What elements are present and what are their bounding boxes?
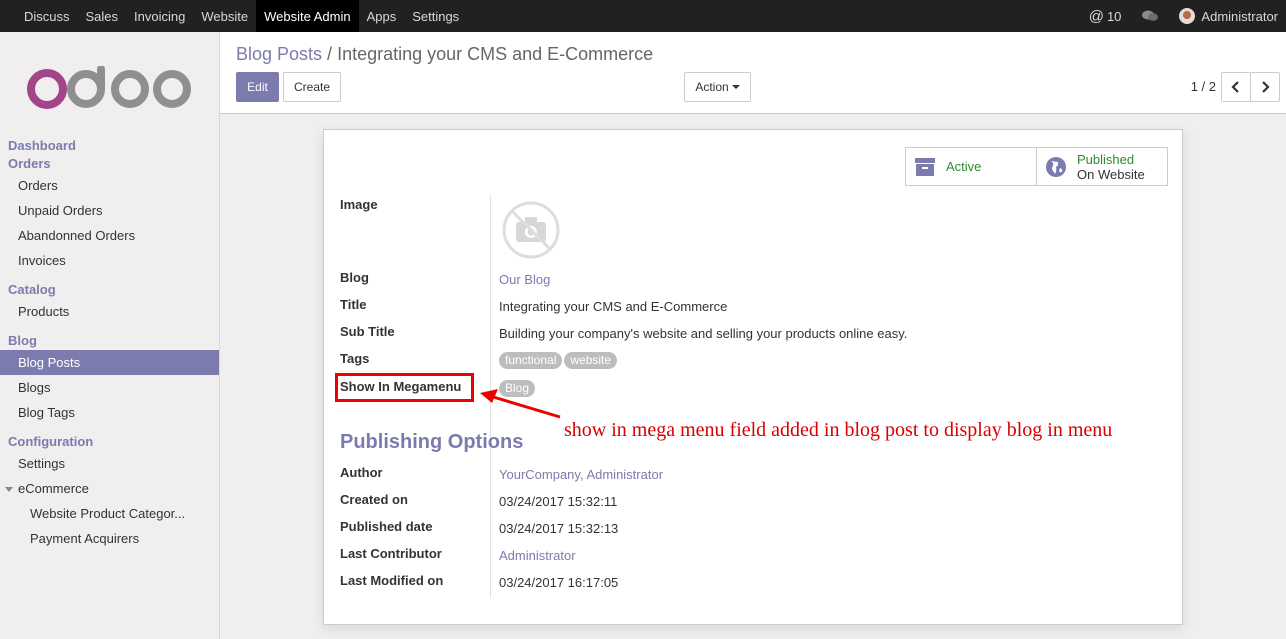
odoo-logo xyxy=(27,66,191,109)
publish-status: Published On Website xyxy=(1077,152,1145,182)
sidebar-item-invoices[interactable]: Invoices xyxy=(0,248,219,273)
sidebar-menu: Dashboard Orders Orders Unpaid Orders Ab… xyxy=(0,137,219,551)
breadcrumb-blog-posts[interactable]: Blog Posts xyxy=(236,44,322,64)
mentions-button[interactable]: @ 10 xyxy=(1089,8,1122,25)
breadcrumb-separator: / xyxy=(322,44,338,64)
last-contributor-value[interactable]: Administrator xyxy=(499,548,576,563)
breadcrumb-current: Integrating your CMS and E-Commerce xyxy=(337,44,654,64)
sidebar-item-blog-posts[interactable]: Blog Posts xyxy=(0,350,219,375)
at-icon: @ xyxy=(1088,7,1104,25)
breadcrumb: Blog Posts / Integrating your CMS and E-… xyxy=(236,44,653,65)
form-sheet: Active Published On Website Image Blog O… xyxy=(323,129,1183,625)
annotation-text: show in mega menu field added in blog po… xyxy=(564,419,1113,441)
mentions-count: 10 xyxy=(1106,8,1122,24)
sidebar-section-configuration[interactable]: Configuration xyxy=(0,433,219,451)
sidebar-section-orders[interactable]: Orders xyxy=(0,155,219,173)
user-avatar xyxy=(1179,8,1196,24)
created-on-value: 03/24/2017 15:32:11 xyxy=(499,494,618,509)
on-website-label: On Website xyxy=(1077,166,1145,182)
chevron-left-icon xyxy=(1231,81,1239,93)
sidebar-item-settings[interactable]: Settings xyxy=(0,451,219,476)
create-button[interactable]: Create xyxy=(283,72,341,102)
sidebar-item-website-product-categories[interactable]: Website Product Categor... xyxy=(0,501,219,526)
chevron-right-icon xyxy=(1262,81,1270,93)
megamenu-highlight-box xyxy=(335,373,474,402)
last-contributor-label: Last Contributor xyxy=(340,546,442,561)
sidebar-group-ecommerce[interactable]: eCommerce xyxy=(0,476,219,501)
app-menu: Discuss Sales Invoicing Website Website … xyxy=(16,0,467,32)
menu-sales[interactable]: Sales xyxy=(78,0,127,32)
pager-previous-button[interactable] xyxy=(1221,72,1251,102)
menu-discuss[interactable]: Discuss xyxy=(16,0,78,32)
tags-label: Tags xyxy=(340,351,370,366)
menu-invoicing[interactable]: Invoicing xyxy=(126,0,193,32)
menu-settings[interactable]: Settings xyxy=(404,0,467,32)
pager-value: 1 / 2 xyxy=(1190,79,1216,94)
control-panel: Blog Posts / Integrating your CMS and E-… xyxy=(220,32,1286,114)
menu-apps[interactable]: Apps xyxy=(359,0,405,32)
author-value[interactable]: YourCompany, Administrator xyxy=(499,467,663,482)
last-modified-value: 03/24/2017 16:17:05 xyxy=(499,575,619,590)
chat-bubbles-icon xyxy=(1142,10,1159,21)
form-view: Active Published On Website Image Blog O… xyxy=(220,114,1286,639)
no-image-camera-icon[interactable] xyxy=(501,200,561,260)
menu-website[interactable]: Website xyxy=(193,0,256,32)
publishing-options-title: Publishing Options xyxy=(340,431,524,453)
subtitle-label: Sub Title xyxy=(340,324,395,339)
pager-next-button[interactable] xyxy=(1250,72,1280,102)
button-box: Active Published On Website xyxy=(905,147,1168,186)
action-dropdown[interactable]: Action xyxy=(684,72,751,102)
sidebar-item-blogs[interactable]: Blogs xyxy=(0,375,219,400)
title-value: Integrating your CMS and E-Commerce xyxy=(499,299,728,314)
caret-down-icon xyxy=(5,487,13,493)
published-date-label: Published date xyxy=(340,519,433,534)
sidebar: Dashboard Orders Orders Unpaid Orders Ab… xyxy=(0,32,220,639)
tag-website[interactable]: website xyxy=(564,352,618,369)
active-label: Active xyxy=(946,159,982,174)
sidebar-item-abandonned-orders[interactable]: Abandonned Orders xyxy=(0,223,219,248)
author-label: Author xyxy=(340,465,383,480)
title-label: Title xyxy=(340,297,367,312)
top-navbar: Discuss Sales Invoicing Website Website … xyxy=(0,0,1286,32)
edit-button[interactable]: Edit xyxy=(236,72,279,102)
last-modified-label: Last Modified on xyxy=(340,573,444,588)
published-date-value: 03/24/2017 15:32:13 xyxy=(499,521,619,536)
user-name: Administrator xyxy=(1201,8,1278,24)
chat-button[interactable] xyxy=(1141,9,1159,23)
tag-functional[interactable]: functional xyxy=(499,352,563,369)
blog-label: Blog xyxy=(340,270,369,285)
annotation-arrow-icon xyxy=(480,389,561,419)
sidebar-item-orders[interactable]: Orders xyxy=(0,173,219,198)
globe-icon xyxy=(1046,156,1066,177)
created-on-label: Created on xyxy=(340,492,408,507)
sidebar-group-ecommerce-label: eCommerce xyxy=(18,481,89,496)
sidebar-item-payment-acquirers[interactable]: Payment Acquirers xyxy=(0,526,219,551)
website-publish-button[interactable]: Published On Website xyxy=(1037,148,1167,185)
sidebar-section-blog[interactable]: Blog xyxy=(0,332,219,350)
sidebar-section-catalog[interactable]: Catalog xyxy=(0,281,219,299)
archive-icon xyxy=(915,157,935,176)
sidebar-item-products[interactable]: Products xyxy=(0,299,219,324)
systray: @ 10 Administrator xyxy=(1089,0,1278,32)
menu-website-admin[interactable]: Website Admin xyxy=(256,0,359,32)
sidebar-section-dashboard[interactable]: Dashboard xyxy=(0,137,219,155)
user-menu[interactable]: Administrator xyxy=(1179,8,1278,24)
tags-field: functional website xyxy=(499,352,619,369)
subtitle-value: Building your company's website and sell… xyxy=(499,326,908,341)
caret-down-icon xyxy=(731,85,740,89)
image-label: Image xyxy=(340,197,378,212)
sidebar-item-blog-tags[interactable]: Blog Tags xyxy=(0,400,219,425)
action-dropdown-label: Action xyxy=(695,80,729,94)
published-label: Published xyxy=(1077,151,1135,167)
active-toggle-button[interactable]: Active xyxy=(906,148,1037,185)
blog-value[interactable]: Our Blog xyxy=(499,272,550,287)
sidebar-item-unpaid-orders[interactable]: Unpaid Orders xyxy=(0,198,219,223)
